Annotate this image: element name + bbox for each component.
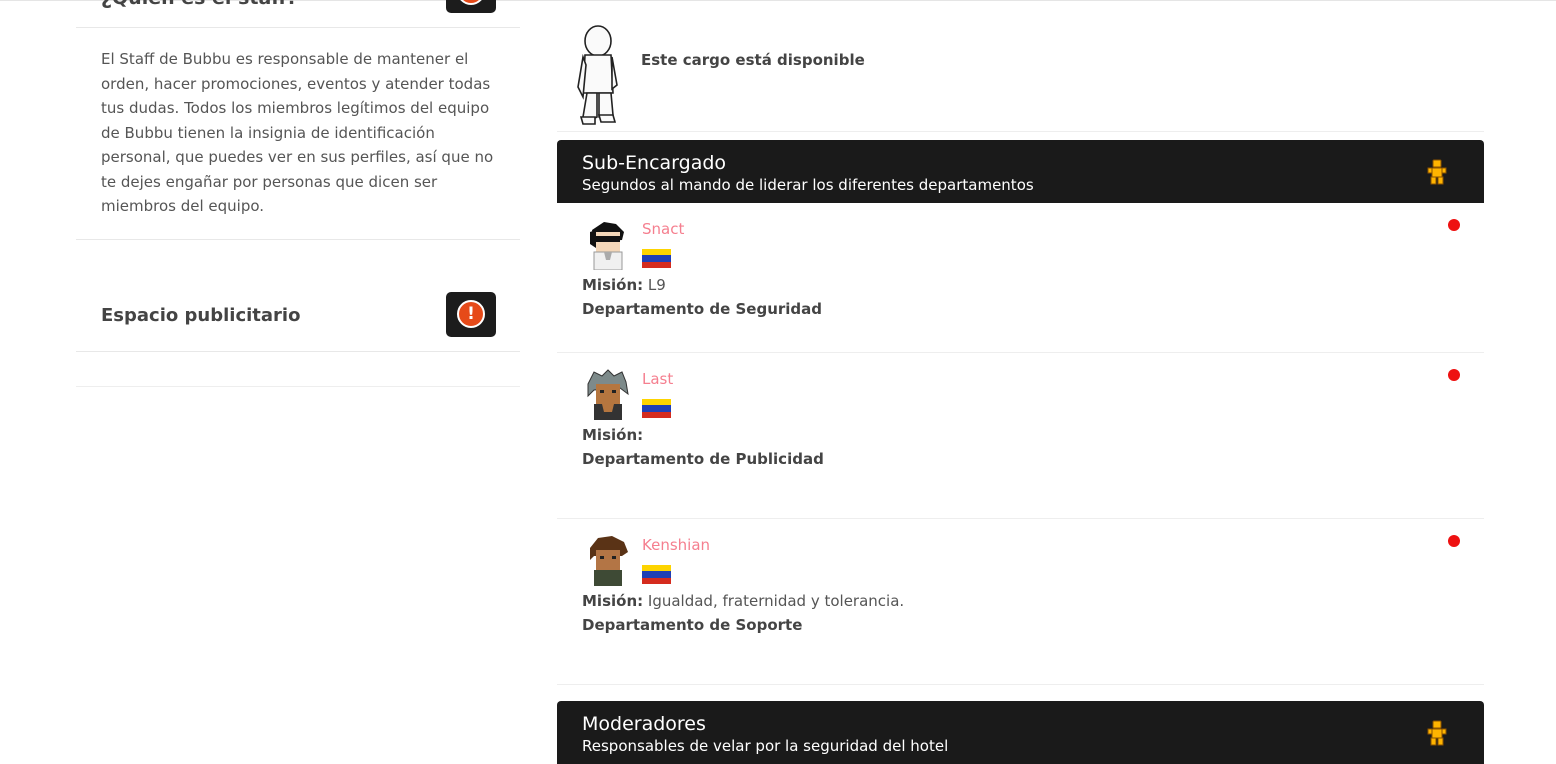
venezuela-flag-icon — [642, 565, 671, 584]
username-link[interactable]: Kenshian — [642, 536, 710, 554]
section-subtitle: Responsables de velar por la seguridad d… — [582, 737, 949, 755]
ad-space-header: Espacio publicitario ! — [76, 240, 520, 352]
staff-info-header: ¿Quién es el staff? ! — [76, 0, 520, 28]
mission-text: Misión: L9 — [582, 276, 666, 294]
staff-member-card[interactable]: Last Misión: Departamento de Publicidad — [557, 353, 1484, 519]
avatar[interactable] — [582, 218, 634, 270]
staff-member-card[interactable]: Snact Misión: L9 Departamento de Segurid… — [557, 203, 1484, 353]
venezuela-flag-icon — [642, 399, 671, 418]
ad-space-title: Espacio publicitario — [101, 304, 301, 326]
offline-status-icon — [1448, 535, 1460, 547]
offline-status-icon — [1448, 219, 1460, 231]
section-header-moderadores: Moderadores Responsables de velar por la… — [557, 701, 1484, 764]
section-title: Sub-Encargado — [582, 152, 727, 174]
ghost-avatar-icon — [577, 25, 618, 125]
venezuela-flag-icon — [642, 249, 671, 268]
staff-info-title: ¿Quién es el staff? — [101, 0, 298, 9]
department-label: Departamento de Publicidad — [582, 450, 824, 468]
avatar[interactable] — [582, 534, 634, 586]
exclamation-icon: ! — [446, 291, 496, 337]
username-link[interactable]: Last — [642, 370, 673, 388]
mission-text: Misión: Igualdad, fraternidad y toleranc… — [582, 592, 905, 610]
department-label: Departamento de Seguridad — [582, 300, 823, 318]
staff-list: Este cargo está disponible Sub-Encargado… — [557, 0, 1484, 764]
section-subtitle: Segundos al mando de liderar los diferen… — [582, 176, 1034, 194]
vacant-position-label: Este cargo está disponible — [641, 51, 865, 69]
section-header-sub-encargado: Sub-Encargado Segundos al mando de lider… — [557, 140, 1484, 203]
mission-text: Misión: — [582, 426, 644, 444]
person-icon — [1427, 159, 1447, 185]
section-title: Moderadores — [582, 713, 706, 735]
exclamation-icon: ! — [446, 0, 496, 13]
vacant-position-row: Este cargo está disponible — [557, 0, 1484, 132]
username-link[interactable]: Snact — [642, 220, 684, 238]
person-icon — [1427, 720, 1447, 746]
avatar[interactable] — [582, 368, 634, 420]
department-label: Departamento de Soporte — [582, 616, 803, 634]
offline-status-icon — [1448, 369, 1460, 381]
ad-space-content — [76, 352, 520, 387]
staff-description: El Staff de Bubbu es responsable de mant… — [76, 28, 520, 240]
staff-member-card[interactable]: Kenshian Misión: Igualdad, fraternidad y… — [557, 519, 1484, 685]
sidebar: ¿Quién es el staff? ! El Staff de Bubbu … — [76, 0, 520, 387]
